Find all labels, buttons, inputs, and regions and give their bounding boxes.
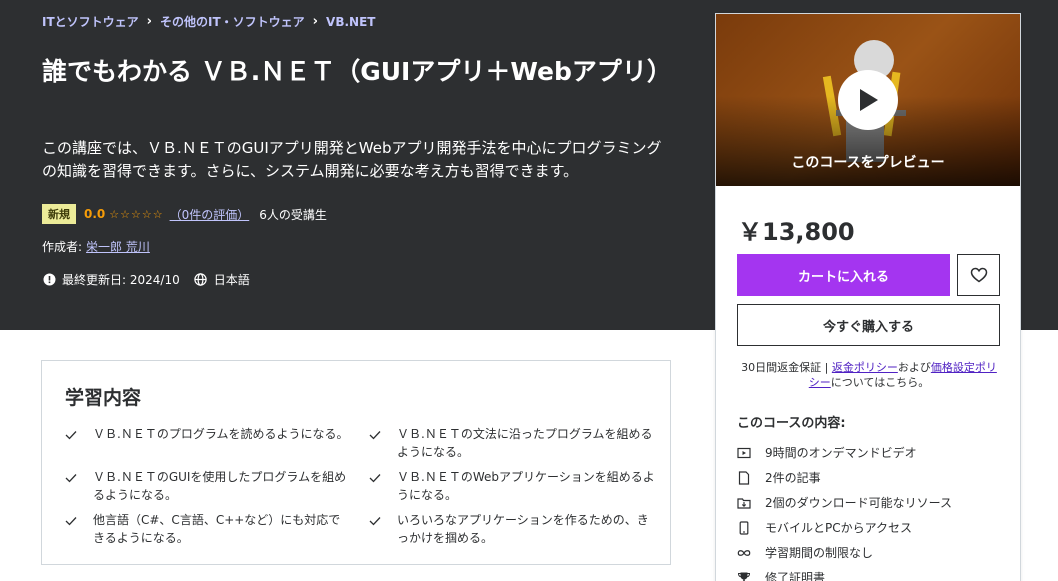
includes-item: 学習期間の制限なし: [737, 540, 952, 565]
add-to-cart-button[interactable]: カートに入れる: [737, 254, 950, 296]
globe-icon: [194, 273, 208, 287]
learn-item-text: いろいろなアプリケーションを作るための、きっかけを掴める。: [397, 513, 649, 545]
learn-item: ＶＢ.ＮＥＴのGUIを使用したプログラムを組めるようになる。: [65, 468, 351, 504]
last-updated: 最終更新日: 2024/10: [62, 273, 180, 287]
checkmark-icon: [65, 470, 81, 504]
includes-label: 9時間のオンデマンドビデオ: [765, 446, 917, 460]
rating-value: 0.0: [84, 207, 106, 221]
preview-label: このコースをプレビュー: [791, 155, 945, 171]
play-icon[interactable]: [838, 70, 898, 130]
guarantee-mid: および: [897, 361, 931, 374]
learn-item-text: ＶＢ.ＮＥＴのプログラムを読めるようになる。: [93, 427, 349, 441]
learn-item: いろいろなアプリケーションを作るための、きっかけを掴める。: [369, 511, 655, 547]
video-icon: [737, 447, 751, 459]
course-price: ￥13,800: [738, 218, 855, 246]
includes-item: 9時間のオンデマンドビデオ: [737, 440, 952, 465]
checkmark-icon: [65, 427, 81, 461]
checkmark-icon: [369, 470, 385, 504]
chevron-right-icon: ›: [146, 14, 153, 29]
what-you-learn-list: ＶＢ.ＮＥＴのプログラムを読めるようになる。 ＶＢ.ＮＥＴの文法に沿ったプログラ…: [65, 425, 655, 547]
breadcrumb-item-vbnet[interactable]: VB.NET: [326, 15, 375, 29]
infinity-icon: [737, 548, 751, 558]
checkmark-icon: [369, 513, 385, 547]
course-preview-video[interactable]: このコースをプレビュー: [716, 14, 1020, 186]
includes-list: 9時間のオンデマンドビデオ 2件の記事 2個のダウンロード可能なリソース モバイ…: [737, 440, 952, 581]
trophy-icon: [737, 571, 751, 581]
learn-item-text: 他言語（C#、C言語、C++など）にも対応できるようになる。: [93, 513, 341, 545]
what-you-learn-title: 学習内容: [65, 387, 142, 409]
star-rating-icon: ☆☆☆☆☆: [109, 207, 164, 221]
author-label: 作成者:: [42, 240, 83, 254]
includes-item: モバイルとPCからアクセス: [737, 515, 952, 540]
refund-policy-link[interactable]: 返金ポリシー: [832, 361, 898, 374]
learn-item: 他言語（C#、C言語、C++など）にも対応できるようになる。: [65, 511, 351, 547]
guarantee-text: 30日間返金保証 | 返金ポリシーおよび価格設定ポリシーについてはこちら。: [736, 360, 1002, 390]
checkmark-icon: [65, 513, 81, 547]
course-subtitle: この講座では、ＶＢ.ＮＥＴのGUIアプリ開発とWebアプリ開発手法を中心にプログ…: [42, 139, 662, 180]
buy-now-button[interactable]: 今すぐ購入する: [737, 304, 1000, 346]
mobile-icon: [737, 520, 751, 535]
includes-title: このコースの内容:: [737, 416, 846, 431]
what-you-learn-box: 学習内容 ＶＢ.ＮＥＴのプログラムを読めるようになる。 ＶＢ.ＮＥＴの文法に沿っ…: [41, 360, 671, 565]
learn-item: ＶＢ.ＮＥＴのプログラムを読めるようになる。: [65, 425, 351, 461]
learn-item-text: ＶＢ.ＮＥＴのGUIを使用したプログラムを組めるようになる。: [93, 470, 347, 502]
rating-row: 新規 0.0 ☆☆☆☆☆ （0件の評価） 6人の受講生: [42, 204, 327, 224]
breadcrumb-item-it-software[interactable]: ITとソフトウェア: [42, 13, 139, 30]
includes-item: 2件の記事: [737, 465, 952, 490]
course-title: 誰でもわかる ＶＢ.ＮＥＴ（GUIアプリ＋Webアプリ）: [42, 57, 672, 86]
includes-label: 修了証明書: [765, 571, 826, 581]
file-icon: [737, 470, 751, 485]
student-count: 6人の受講生: [259, 207, 327, 222]
author-link[interactable]: 栄一郎 荒川: [86, 240, 150, 254]
guarantee-prefix: 30日間返金保証 |: [741, 361, 832, 374]
wishlist-button[interactable]: [957, 254, 1000, 296]
rating-count-link[interactable]: （0件の評価）: [170, 206, 250, 223]
learn-item: ＶＢ.ＮＥＴのWebアプリケーションを組めるようになる。: [369, 468, 655, 504]
includes-label: 学習期間の制限なし: [765, 546, 874, 560]
meta-row: 最終更新日: 2024/10 日本語: [42, 271, 250, 288]
breadcrumb: ITとソフトウェア › その他のIT・ソフトウェア › VB.NET: [42, 13, 375, 30]
heart-icon: [970, 267, 987, 283]
includes-label: 2個のダウンロード可能なリソース: [765, 496, 953, 510]
author-row: 作成者: 栄一郎 荒川: [42, 238, 150, 255]
chevron-right-icon: ›: [312, 14, 319, 29]
includes-item: 2個のダウンロード可能なリソース: [737, 490, 952, 515]
download-folder-icon: [737, 497, 751, 509]
learn-item-text: ＶＢ.ＮＥＴのWebアプリケーションを組めるようになる。: [397, 470, 655, 502]
includes-item: 修了証明書: [737, 565, 952, 581]
guarantee-suffix: についてはこちら。: [830, 376, 930, 389]
course-language: 日本語: [213, 273, 250, 287]
includes-label: モバイルとPCからアクセス: [765, 521, 913, 535]
alert-badge-icon: [42, 273, 56, 287]
includes-label: 2件の記事: [765, 471, 821, 485]
learn-item-text: ＶＢ.ＮＥＴの文法に沿ったプログラムを組めるようになる。: [397, 427, 653, 459]
learn-item: ＶＢ.ＮＥＴの文法に沿ったプログラムを組めるようになる。: [369, 425, 655, 461]
checkmark-icon: [369, 427, 385, 461]
new-badge: 新規: [42, 204, 76, 224]
purchase-sidebar: このコースをプレビュー ￥13,800 カートに入れる 今すぐ購入する 30日間…: [715, 13, 1021, 581]
breadcrumb-item-other-it[interactable]: その他のIT・ソフトウェア: [160, 13, 305, 30]
